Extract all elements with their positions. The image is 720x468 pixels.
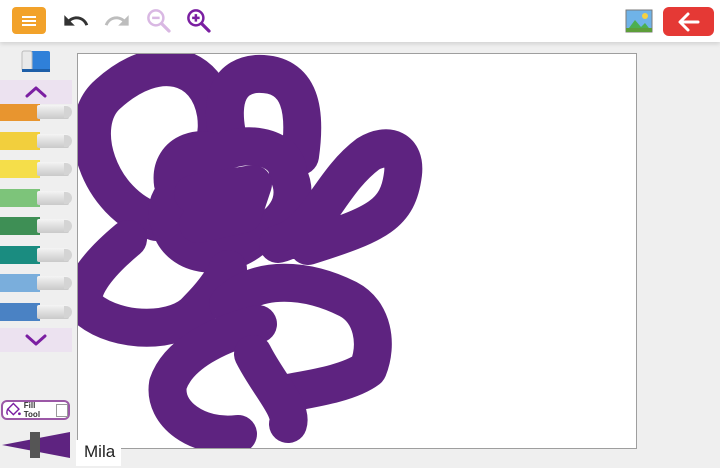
colors-scroll-up-button[interactable]	[0, 80, 72, 104]
marker-palette	[0, 104, 72, 328]
undo-button[interactable]	[60, 5, 92, 37]
fill-tool-checkbox[interactable]	[55, 403, 68, 417]
zoom-in-button[interactable]	[183, 5, 215, 37]
zoom-out-icon	[147, 9, 171, 33]
fill-tool-toggle[interactable]: Fill Tool	[1, 400, 70, 420]
back-arrow-icon	[678, 12, 699, 31]
marker-color[interactable]	[0, 300, 72, 324]
color-sidebar: Fill Tool	[0, 42, 76, 468]
menu-icon	[22, 15, 36, 26]
chevron-down-icon	[25, 334, 47, 346]
marker-body	[0, 245, 40, 264]
zoom-out-button[interactable]	[143, 5, 175, 37]
marker-body	[0, 188, 40, 207]
zoom-in-icon	[187, 9, 211, 33]
background-image-button[interactable]	[624, 7, 654, 35]
marker-color[interactable]	[0, 243, 72, 267]
marker-body	[0, 160, 40, 178]
marker-color[interactable]	[0, 214, 72, 238]
drawing-strokes	[78, 54, 423, 448]
marker-body	[0, 302, 40, 321]
drawing-canvas[interactable]	[77, 53, 637, 449]
marker-cap	[64, 163, 72, 175]
marker-color[interactable]	[0, 186, 72, 210]
brush-size-slider[interactable]	[0, 430, 72, 460]
flower-stroke-center-fill	[174, 165, 272, 243]
image-icon	[625, 9, 653, 33]
colors-scroll-down-button[interactable]	[0, 328, 72, 352]
eraser-icon	[21, 50, 50, 72]
back-button[interactable]	[663, 7, 714, 36]
eraser-button[interactable]	[19, 48, 53, 74]
marker-body	[0, 131, 40, 150]
marker-cap	[64, 220, 72, 232]
marker-cap	[64, 277, 72, 289]
brush-size-handle[interactable]	[30, 432, 40, 458]
redo-icon	[104, 15, 129, 26]
marker-body	[0, 274, 40, 292]
marker-color[interactable]	[0, 271, 72, 295]
marker-cap	[64, 305, 72, 318]
redo-button[interactable]	[101, 5, 133, 37]
marker-body	[0, 217, 40, 235]
paint-bucket-icon	[6, 402, 21, 416]
flower-stroke-stem-loop	[234, 335, 308, 443]
undo-icon	[64, 15, 89, 26]
marker-cap	[64, 134, 72, 147]
user-name-label: Mila	[76, 440, 122, 466]
marker-color[interactable]	[0, 129, 72, 153]
marker-cap	[64, 191, 72, 204]
menu-button[interactable]	[12, 7, 46, 34]
marker-body	[0, 104, 40, 121]
marker-cap	[64, 106, 72, 118]
marker-cap	[64, 248, 72, 261]
marker-color[interactable]	[0, 104, 72, 124]
marker-color[interactable]	[0, 157, 72, 181]
fill-tool-label: Fill Tool	[23, 401, 41, 419]
chevron-up-icon	[25, 86, 47, 98]
top-toolbar	[0, 0, 720, 42]
